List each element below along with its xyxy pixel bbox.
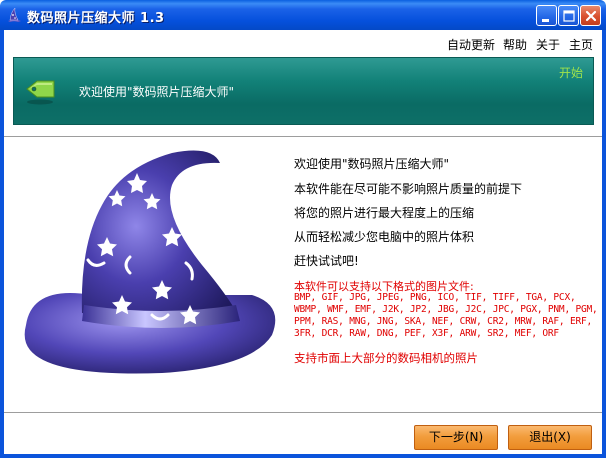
title-bar[interactable]: 数码照片压缩大师 1.3 — [0, 0, 606, 30]
menu-auto-update[interactable]: 自动更新 — [447, 36, 495, 53]
intro-line-2: 本软件能在尽可能不影响照片质量的前提下 — [294, 182, 523, 196]
price-tag-icon — [26, 80, 55, 105]
minimize-button[interactable] — [536, 5, 557, 26]
menu-bar: 自动更新 帮助 关于 主页 — [4, 30, 602, 54]
menu-help[interactable]: 帮助 — [503, 36, 527, 53]
header-banner: 欢迎使用"数码照片压缩大师" 开始 — [13, 57, 594, 125]
close-button[interactable] — [580, 5, 601, 26]
banner-welcome-text: 欢迎使用"数码照片压缩大师" — [79, 85, 235, 99]
banner-start-label: 开始 — [558, 66, 583, 80]
intro-line-4: 从而轻松减少您电脑中的照片体积 — [294, 230, 475, 244]
formats-line-1: BMP, GIF, JPG, JPEG, PNG, ICO, TIF, TIFF… — [294, 292, 576, 303]
formats-line-3: PPM, RAS, MNG, JNG, SKA, NEF, CRW, CR2, … — [294, 316, 593, 327]
intro-line-5: 赶快试试吧! — [294, 254, 359, 268]
divider-top — [4, 136, 602, 138]
window-border-bottom — [0, 454, 606, 458]
minimize-icon — [542, 19, 549, 22]
divider-bottom — [4, 412, 602, 414]
wizard-hat-app-icon — [8, 7, 21, 22]
camera-support-note: 支持市面上大部分的数码相机的照片 — [294, 351, 478, 365]
formats-line-2: WBMP, WMF, EMF, J2K, JP2, JBG, J2C, JPC,… — [294, 304, 598, 315]
wizard-hat-icon — [24, 150, 276, 374]
next-button[interactable]: 下一步(N) — [414, 425, 498, 450]
intro-line-3: 将您的照片进行最大程度上的压缩 — [294, 206, 475, 220]
maximize-icon — [563, 10, 575, 22]
window-border-right — [602, 30, 606, 458]
menu-homepage[interactable]: 主页 — [569, 36, 593, 53]
maximize-button[interactable] — [558, 5, 579, 26]
close-icon — [585, 10, 597, 22]
formats-line-4: 3FR, DCR, RAW, DNG, PEF, X3F, ARW, SR2, … — [294, 328, 559, 339]
intro-line-1: 欢迎使用"数码照片压缩大师" — [294, 157, 450, 171]
window-border-left — [0, 30, 4, 458]
menu-about[interactable]: 关于 — [536, 36, 560, 53]
window-title: 数码照片压缩大师 1.3 — [27, 11, 165, 26]
exit-button[interactable]: 退出(X) — [508, 425, 592, 450]
